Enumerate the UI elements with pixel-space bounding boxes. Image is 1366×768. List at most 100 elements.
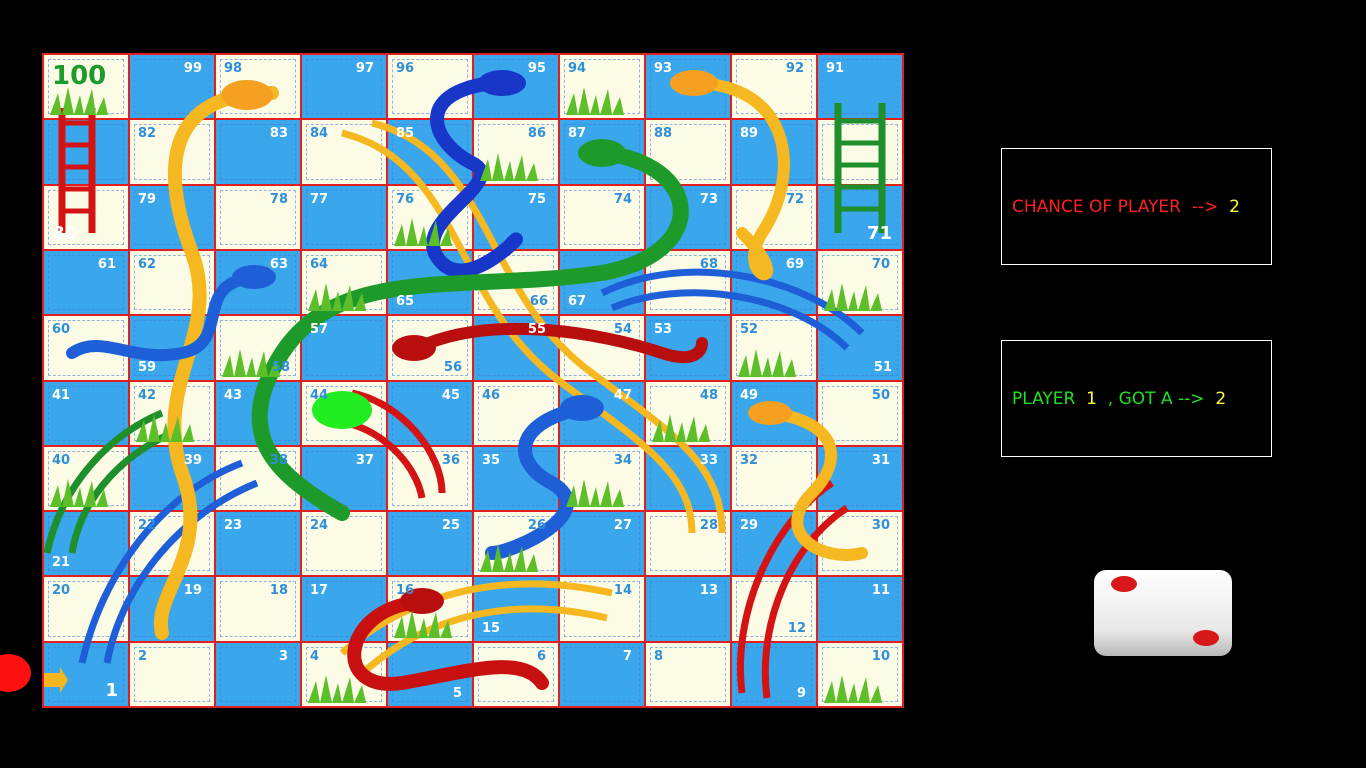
board-square: 60: [43, 315, 129, 381]
player-roll-panel: PLAYER 1 , GOT A --> 2: [1001, 340, 1272, 457]
square-number: 64: [310, 256, 329, 272]
square-number: 35: [482, 452, 501, 468]
board-square: 75: [473, 184, 559, 250]
square-number: 66: [529, 294, 548, 310]
board-square: 62: [129, 249, 215, 316]
square-number: 42: [138, 387, 157, 403]
board-square: 52: [731, 315, 817, 381]
square-number: 68: [699, 256, 718, 272]
square-number: 85: [396, 126, 415, 142]
board-square: 37: [301, 445, 387, 512]
square-number: 19: [183, 583, 202, 599]
square-number: 100: [52, 61, 107, 91]
board-square: 6: [473, 641, 559, 707]
square-number: 75: [527, 191, 546, 207]
square-number: 12: [787, 620, 806, 636]
dice-icon[interactable]: [1090, 568, 1236, 660]
square-number: 82: [138, 126, 157, 142]
square-number: 60: [52, 322, 71, 338]
board-square: 99: [129, 54, 215, 120]
square-number: 76: [396, 191, 415, 207]
grass-icon: [480, 152, 538, 181]
board-square: 48: [645, 380, 731, 446]
board-square: 54: [559, 315, 645, 381]
board-square: 36: [387, 445, 473, 512]
square-number: 31: [871, 452, 890, 468]
grass-icon: [50, 479, 108, 508]
board-square: 41: [43, 380, 129, 446]
square-number: 77: [310, 191, 329, 207]
square-number: 56: [443, 359, 462, 375]
board-square: 68: [645, 249, 731, 316]
board-square: 49: [731, 380, 817, 446]
square-number: 40: [52, 452, 71, 468]
square-number: 13: [699, 583, 718, 599]
square-number: 27: [613, 518, 632, 534]
square-number: 17: [310, 583, 329, 599]
square-number: 46: [482, 387, 501, 403]
grass-icon: [308, 283, 366, 312]
grass-icon: [824, 675, 882, 703]
grass-icon: [738, 348, 796, 377]
square-number: 83: [269, 126, 288, 142]
board-square: 59: [129, 315, 215, 381]
board-square: 47: [559, 380, 645, 446]
board-square: 2: [129, 641, 215, 707]
square-number: 99: [183, 61, 202, 76]
square-number: 55: [527, 322, 546, 338]
square-number: 80: [52, 222, 78, 244]
game-board: 100 99 98 97 96 95 94 93 92 91 82 83 84 85 86 87 88 89 80 7…: [42, 53, 904, 708]
board-square: 34: [559, 445, 645, 512]
board-square: 14: [559, 576, 645, 642]
square-number: 38: [269, 452, 288, 468]
board-square: 26: [473, 511, 559, 577]
square-number: 51: [873, 359, 892, 375]
square-number: 21: [52, 555, 71, 571]
board-square: 25: [387, 511, 473, 577]
square-number: 58: [271, 359, 290, 375]
board-square: 67: [559, 249, 645, 316]
grass-icon: [566, 479, 624, 508]
square-number: 97: [355, 61, 374, 76]
square-number: 30: [871, 518, 890, 534]
board-square: 80: [43, 184, 129, 250]
square-number: 54: [613, 322, 632, 338]
square-number: 29: [740, 518, 759, 534]
square-number: 22: [138, 518, 157, 534]
square-number: 88: [654, 126, 673, 142]
square-number: 69: [785, 256, 804, 272]
board-square: 43: [215, 380, 301, 446]
board-square: 9: [731, 641, 817, 707]
square-number: 62: [138, 256, 157, 272]
board-square: 74: [559, 184, 645, 250]
square-number: 10: [871, 648, 890, 664]
board-square: 16: [387, 576, 473, 642]
square-number: 63: [269, 256, 288, 272]
board-square: 57: [301, 315, 387, 381]
board-square: 22: [129, 511, 215, 577]
square-number: 49: [740, 387, 759, 403]
board-square: 58: [215, 315, 301, 381]
square-number: 93: [654, 61, 673, 76]
board-square: 64: [301, 249, 387, 316]
board-square: 94: [559, 54, 645, 120]
board-square: 82: [129, 119, 215, 185]
board-square: 27: [559, 511, 645, 577]
board-square: 29: [731, 511, 817, 577]
board-square: 86: [473, 119, 559, 185]
board-square: 65: [387, 249, 473, 316]
square-number: 43: [224, 387, 243, 403]
board-square: 66: [473, 249, 559, 316]
player1-token[interactable]: [0, 654, 31, 692]
dice-pip: [1111, 576, 1137, 592]
board-square: 45: [387, 380, 473, 446]
board-square: 79: [129, 184, 215, 250]
board-square: 46: [473, 380, 559, 446]
grass-icon: [394, 217, 452, 246]
board-square: 18: [215, 576, 301, 642]
square-number: 11: [871, 583, 890, 599]
board-square: 85: [387, 119, 473, 185]
board-square: 77: [301, 184, 387, 250]
square-number: 8: [654, 648, 664, 664]
board-square: 44: [301, 380, 387, 446]
